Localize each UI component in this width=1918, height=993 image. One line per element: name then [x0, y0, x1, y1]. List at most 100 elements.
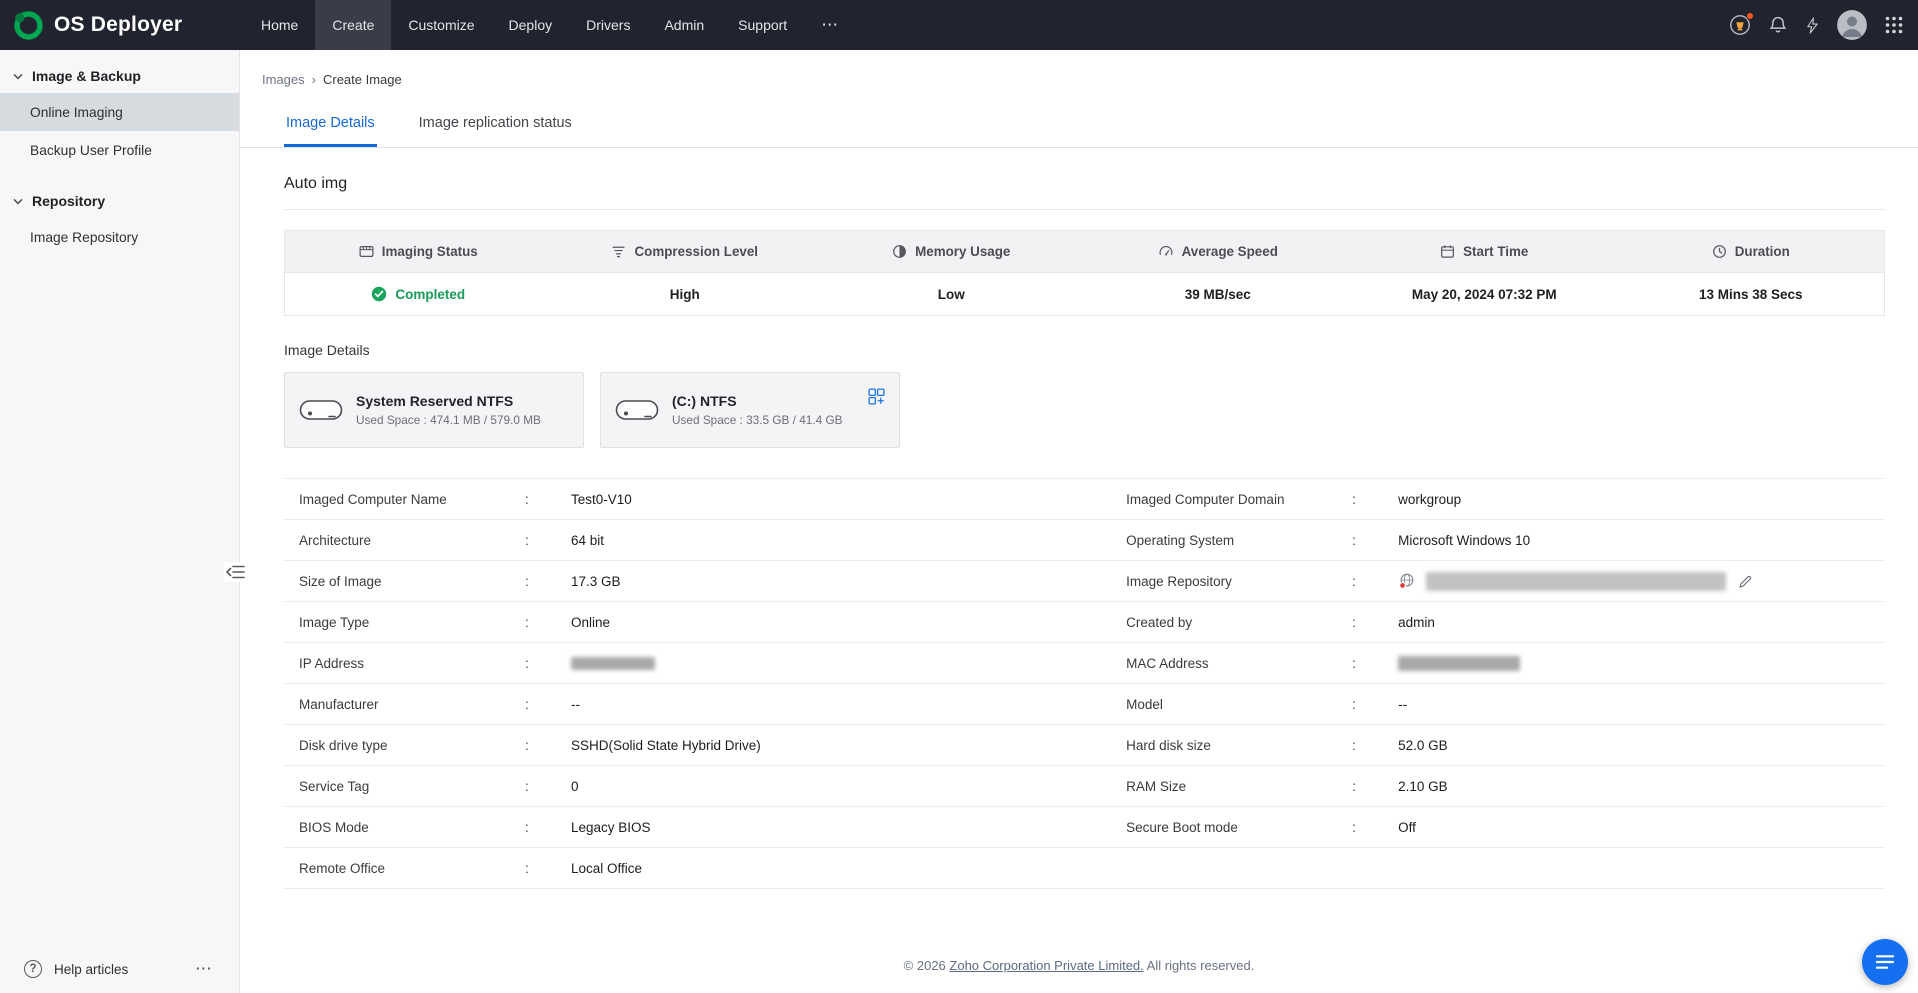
disk-drive-icon: [615, 396, 659, 424]
detail-key: IP Address: [299, 656, 525, 671]
apps-grid-icon[interactable]: [1884, 15, 1904, 35]
sidebar-section-header-repository[interactable]: Repository: [0, 193, 239, 218]
detail-value: Legacy BIOS: [571, 820, 651, 835]
detail-key: Created by: [1126, 615, 1352, 630]
detail-colon: :: [525, 615, 571, 630]
chevron-down-icon: [13, 73, 23, 80]
nav-drivers[interactable]: Drivers: [569, 0, 647, 50]
footer-company-link[interactable]: Zoho Corporation Private Limited.: [949, 958, 1143, 973]
tab-image-replication-status[interactable]: Image replication status: [417, 115, 574, 147]
partition-card-c-drive[interactable]: (C:) NTFS Used Space : 33.5 GB / 41.4 GB: [600, 372, 900, 448]
detail-key: Manufacturer: [299, 697, 525, 712]
nav-more-icon[interactable]: ⋯: [804, 0, 856, 50]
sidebar-section-header-image-backup[interactable]: Image & Backup: [0, 68, 239, 93]
duration-icon: [1712, 244, 1727, 259]
detail-value: Test0-V10: [571, 492, 632, 507]
detail-key: Image Type: [299, 615, 525, 630]
average-speed-icon: [1158, 244, 1174, 259]
detail-key: Architecture: [299, 533, 525, 548]
more-options-icon[interactable]: ⋯: [195, 959, 213, 979]
status-col-speed: Average Speed: [1085, 231, 1352, 272]
table-row: BIOS Mode:Legacy BIOS Secure Boot mode:O…: [284, 807, 1885, 848]
detail-colon: :: [525, 697, 571, 712]
quick-actions-bolt-icon[interactable]: [1805, 16, 1820, 35]
help-icon[interactable]: ?: [24, 960, 42, 978]
status-col-start-time: Start Time: [1351, 231, 1618, 272]
detail-colon: :: [525, 656, 571, 671]
partition-used-space: Used Space : 33.5 GB / 41.4 GB: [672, 413, 843, 427]
help-articles-link[interactable]: Help articles: [54, 962, 128, 977]
nav-home[interactable]: Home: [244, 0, 315, 50]
redacted-repository-path: [1426, 572, 1726, 591]
footer-rights: All rights reserved.: [1144, 958, 1255, 973]
breadcrumb: Images›Create Image: [240, 50, 1918, 87]
sidebar: Image & Backup Online Imaging Backup Use…: [0, 50, 240, 993]
detail-key: Imaged Computer Domain: [1126, 492, 1352, 507]
computer-details-table: Imaged Computer Name:Test0-V10 Imaged Co…: [284, 478, 1885, 889]
main-content: Images›Create Image Image Details Image …: [240, 50, 1918, 993]
table-row: Imaged Computer Name:Test0-V10 Imaged Co…: [284, 479, 1885, 520]
sidebar-section-title: Image & Backup: [32, 68, 141, 84]
detail-colon: :: [1352, 656, 1398, 671]
collapse-sidebar-icon[interactable]: [224, 562, 246, 582]
detail-colon: :: [1352, 492, 1398, 507]
detail-key: Image Repository: [1126, 574, 1352, 589]
detail-value: 52.0 GB: [1398, 738, 1448, 753]
redacted-mac-address: [1398, 656, 1520, 671]
chat-support-button[interactable]: [1862, 939, 1908, 985]
detail-colon: :: [525, 820, 571, 835]
detail-colon: :: [1352, 533, 1398, 548]
detail-key: Service Tag: [299, 779, 525, 794]
user-avatar[interactable]: [1837, 10, 1867, 40]
detail-colon: :: [1352, 615, 1398, 630]
detail-value: 0: [571, 779, 579, 794]
detail-colon: :: [1352, 820, 1398, 835]
nav-deploy[interactable]: Deploy: [492, 0, 570, 50]
table-row: Manufacturer:-- Model:--: [284, 684, 1885, 725]
topbar: OS Deployer Home Create Customize Deploy…: [0, 0, 1918, 50]
status-col-duration: Duration: [1618, 231, 1885, 272]
image-details-heading: Image Details: [284, 342, 1885, 358]
detail-value: --: [1398, 697, 1407, 712]
partition-view-icon[interactable]: [868, 388, 885, 405]
partition-cards: System Reserved NTFS Used Space : 474.1 …: [284, 372, 1885, 448]
status-col-label: Average Speed: [1182, 244, 1278, 259]
status-values-row: Completed High Low 39 MB/sec May 20, 202…: [285, 273, 1884, 315]
nav-admin[interactable]: Admin: [647, 0, 721, 50]
nav-support[interactable]: Support: [721, 0, 804, 50]
announcements-icon[interactable]: [1729, 14, 1751, 36]
edit-pencil-icon[interactable]: [1738, 574, 1753, 589]
status-col-compression: Compression Level: [552, 231, 819, 272]
sidebar-item-image-repository[interactable]: Image Repository: [0, 218, 239, 256]
imaging-status-value: Completed: [395, 287, 465, 302]
detail-colon: :: [525, 779, 571, 794]
breadcrumb-images-link[interactable]: Images: [262, 72, 305, 87]
status-value-imaging-status: Completed: [285, 273, 552, 315]
detail-value: Microsoft Windows 10: [1398, 533, 1530, 548]
detail-value: 64 bit: [571, 533, 604, 548]
detail-key: RAM Size: [1126, 779, 1352, 794]
status-col-label: Imaging Status: [382, 244, 478, 259]
nav-create[interactable]: Create: [315, 0, 391, 50]
sidebar-item-online-imaging[interactable]: Online Imaging: [0, 93, 239, 131]
status-col-imaging-status: Imaging Status: [285, 231, 552, 272]
detail-colon: :: [525, 861, 571, 876]
notifications-bell-icon[interactable]: [1768, 15, 1788, 35]
detail-value: 17.3 GB: [571, 574, 621, 589]
duration-value: 13 Mins 38 Secs: [1618, 273, 1885, 315]
memory-usage-icon: [892, 244, 907, 259]
nav-customize[interactable]: Customize: [391, 0, 491, 50]
content-area: Auto img Imaging Status Compression L: [240, 148, 1918, 889]
detail-key: Size of Image: [299, 574, 525, 589]
status-col-label: Memory Usage: [915, 244, 1010, 259]
status-col-label: Duration: [1735, 244, 1790, 259]
breadcrumb-separator: ›: [312, 72, 316, 87]
tab-image-details[interactable]: Image Details: [284, 115, 377, 147]
tab-bar: Image Details Image replication status: [240, 115, 1918, 148]
sidebar-item-backup-user-profile[interactable]: Backup User Profile: [0, 131, 239, 169]
partition-card-system-reserved[interactable]: System Reserved NTFS Used Space : 474.1 …: [284, 372, 584, 448]
sidebar-footer: ? Help articles ⋯: [0, 945, 239, 993]
footer-copyright: © 2026: [904, 958, 950, 973]
app-brand: OS Deployer: [12, 9, 244, 42]
status-col-label: Start Time: [1463, 244, 1528, 259]
